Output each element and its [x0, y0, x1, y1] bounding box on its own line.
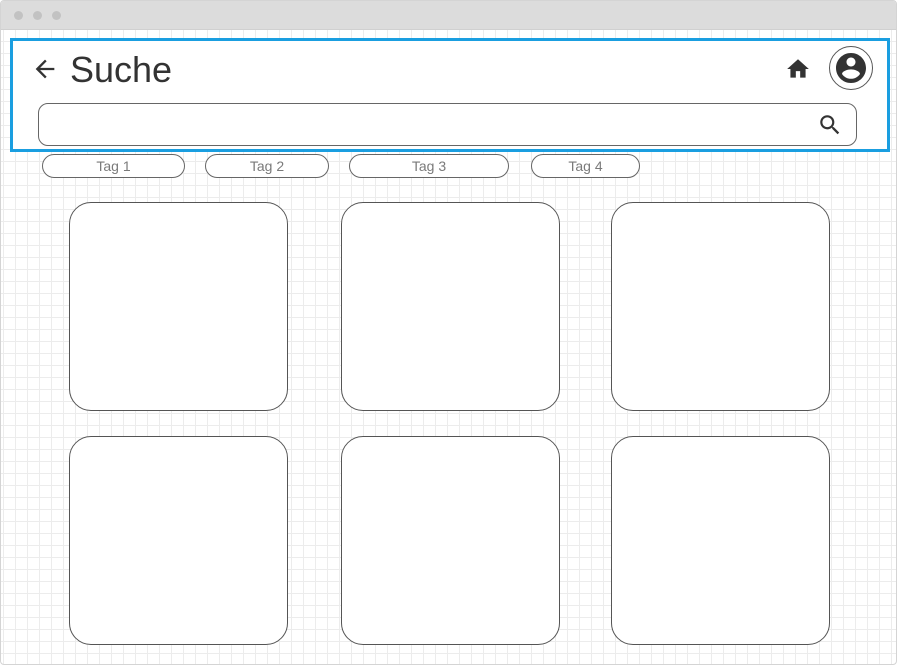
home-icon[interactable]	[785, 56, 811, 82]
tag-chip-3[interactable]: Tag 3	[349, 154, 509, 178]
tag-chip-2[interactable]: Tag 2	[205, 154, 329, 178]
page-title: Suche	[70, 49, 173, 90]
result-card[interactable]	[69, 202, 288, 411]
window-titlebar	[1, 1, 896, 30]
window-dot-icon[interactable]	[14, 11, 23, 20]
result-card[interactable]	[341, 436, 560, 645]
window-dot-icon[interactable]	[52, 11, 61, 20]
search-header: Suche	[10, 38, 890, 152]
tag-chip-4[interactable]: Tag 4	[531, 154, 640, 178]
account-avatar-button[interactable]	[829, 46, 873, 90]
account-circle-icon	[836, 53, 866, 83]
result-card[interactable]	[611, 436, 830, 645]
tag-chip-1[interactable]: Tag 1	[42, 154, 185, 178]
search-icon[interactable]	[817, 112, 843, 138]
result-card[interactable]	[341, 202, 560, 411]
result-card[interactable]	[611, 202, 830, 411]
result-card[interactable]	[69, 436, 288, 645]
arrow-left-icon[interactable]	[31, 55, 59, 83]
browser-window: Suche Tag 1 Tag 2 Tag 3 Tag 4	[0, 0, 897, 665]
window-dot-icon[interactable]	[33, 11, 42, 20]
search-bar[interactable]	[38, 103, 857, 146]
search-input[interactable]	[51, 112, 795, 140]
